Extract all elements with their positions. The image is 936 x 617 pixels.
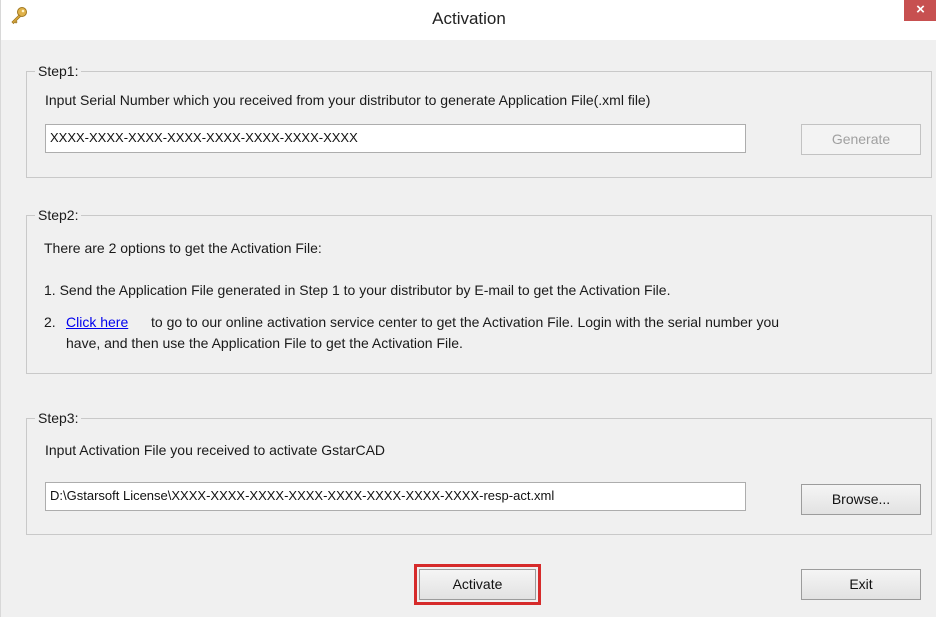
step1-label: Step1:: [35, 63, 82, 79]
title-bar: Activation ×: [1, 0, 936, 40]
step2-intro: There are 2 options to get the Activatio…: [44, 240, 322, 256]
step3-group: Step3:: [26, 410, 932, 535]
step3-instruction: Input Activation File you received to ac…: [45, 442, 386, 458]
exit-button[interactable]: Exit: [801, 569, 921, 600]
serial-number-input[interactable]: XXXX-XXXX-XXXX-XXXX-XXXX-XXXX-XXXX-XXXX: [45, 124, 746, 153]
step2-option2-line2: have, and then use the Application File …: [66, 335, 463, 351]
activate-highlight-box: [414, 564, 541, 605]
step2-label: Step2:: [35, 207, 82, 223]
click-here-link[interactable]: Click here: [66, 314, 128, 330]
step2-option1: 1. Send the Application File generated i…: [44, 282, 671, 298]
generate-button[interactable]: Generate: [801, 124, 921, 155]
step2-option2-number: 2.: [44, 314, 56, 330]
close-button[interactable]: ×: [904, 0, 936, 21]
activation-dialog: Activation × Step1: Input Serial Number …: [0, 0, 936, 617]
browse-button[interactable]: Browse...: [801, 484, 921, 515]
activation-file-input[interactable]: D:\Gstarsoft License\XXXX-XXXX-XXXX-XXXX…: [45, 482, 746, 511]
window-title: Activation: [432, 9, 506, 28]
step3-label: Step3:: [35, 410, 82, 426]
step1-instruction: Input Serial Number which you received f…: [45, 92, 651, 108]
step2-option2-line1: to go to our online activation service c…: [151, 314, 780, 330]
